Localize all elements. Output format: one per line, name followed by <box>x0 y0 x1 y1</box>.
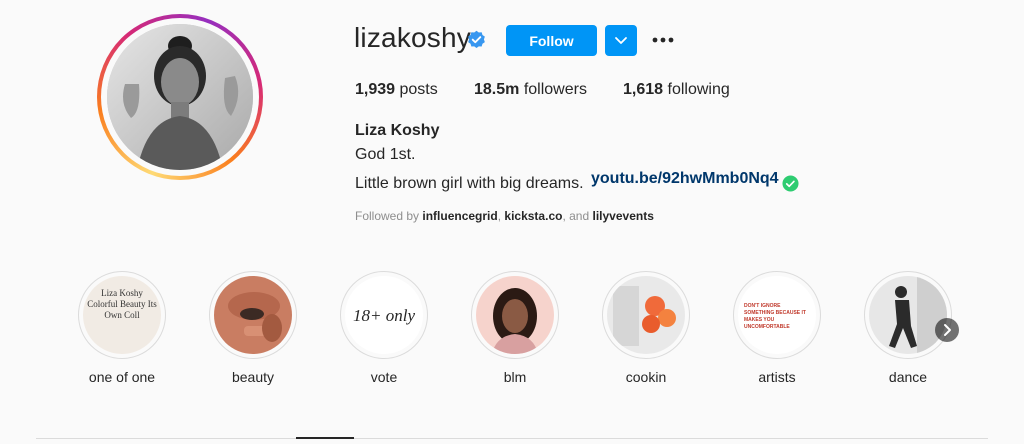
highlight-cover-image <box>869 276 947 354</box>
highlight-cover <box>476 276 554 354</box>
followers-label: followers <box>523 81 587 98</box>
highlight-cover: 18+ only <box>345 276 423 354</box>
highlight-cover <box>214 276 292 354</box>
username: lizakoshy <box>354 22 471 53</box>
highlights-next-button[interactable] <box>935 318 959 342</box>
check-mark-icon <box>782 175 799 192</box>
tabs-divider <box>36 438 988 439</box>
highlight-label: artists <box>758 369 796 385</box>
posts-count: 1,939 posts <box>355 81 438 99</box>
follow-button[interactable]: Follow <box>506 25 597 56</box>
highlight-cover-text: Liza Koshy Colorful Beauty Its Own Coll <box>87 288 157 320</box>
highlight-cookin[interactable] <box>602 271 690 359</box>
highlight-cover: Liza Koshy Colorful Beauty Its Own Coll <box>83 276 161 354</box>
highlight-label: vote <box>370 369 398 385</box>
follower-influencegrid: influencegrid <box>422 209 498 223</box>
following-number: 1,618 <box>623 81 664 98</box>
avatar-photo <box>107 24 253 170</box>
highlight-blm[interactable] <box>471 271 559 359</box>
chevron-down-icon <box>615 37 627 44</box>
highlight-cover <box>869 276 947 354</box>
highlight-cover <box>607 276 685 354</box>
highlight-cover-image <box>214 276 292 354</box>
highlight-label: cookin <box>625 369 667 385</box>
highlight-cover: DON'T IGNORE SOMETHING BECAUSE IT MAKES … <box>738 276 816 354</box>
following-link[interactable]: 1,618 following <box>623 81 730 99</box>
follower-kicksta: kicksta.co <box>504 209 563 223</box>
highlight-one-of-one[interactable]: Liza Koshy Colorful Beauty Its Own Coll <box>78 271 166 359</box>
highlight-cover-text: 18+ only <box>353 306 415 325</box>
highlight-vote[interactable]: 18+ only <box>340 271 428 359</box>
followed-by-separator: , and <box>562 209 590 223</box>
follower-lilyvevents: lilyvevents <box>592 209 654 223</box>
followed-by-separator: , <box>497 209 502 223</box>
avatar-image <box>107 24 253 170</box>
active-tab-indicator <box>296 437 354 439</box>
posts-number: 1,939 <box>355 81 396 98</box>
highlight-label: dance <box>888 369 928 385</box>
highlight-cover-image <box>607 276 685 354</box>
posts-label: posts <box>399 81 438 98</box>
full-name: Liza Koshy <box>355 122 440 139</box>
followed-by[interactable]: Followed by influencegrid, kicksta.co, a… <box>355 209 654 223</box>
avatar-border <box>101 18 259 176</box>
highlight-dance[interactable] <box>864 271 952 359</box>
verified-badge-icon <box>468 30 485 49</box>
highlight-artists[interactable]: DON'T IGNORE SOMETHING BECAUSE IT MAKES … <box>733 271 821 359</box>
more-options-icon[interactable] <box>652 34 674 46</box>
bio-link[interactable]: youtu.be/92hwMmb0Nq4 <box>591 170 779 188</box>
following-label: following <box>667 81 730 98</box>
followers-number: 18.5m <box>474 81 520 98</box>
highlight-cover-text: DON'T IGNORE SOMETHING BECAUSE IT MAKES … <box>744 303 806 330</box>
bio-line-2: Little brown girl with big dreams. <box>355 175 584 192</box>
profile-avatar[interactable] <box>97 14 263 180</box>
followed-by-prefix: Followed by <box>355 209 420 223</box>
highlight-label: blm <box>503 369 527 385</box>
highlight-label: beauty <box>231 369 275 385</box>
highlight-beauty[interactable] <box>209 271 297 359</box>
suggested-accounts-button[interactable] <box>605 25 637 56</box>
highlight-cover-image <box>476 276 554 354</box>
followers-link[interactable]: 18.5m followers <box>474 81 587 99</box>
highlight-label: one of one <box>88 369 156 385</box>
bio-line-1: God 1st. <box>355 146 416 163</box>
chevron-right-icon <box>944 324 951 336</box>
